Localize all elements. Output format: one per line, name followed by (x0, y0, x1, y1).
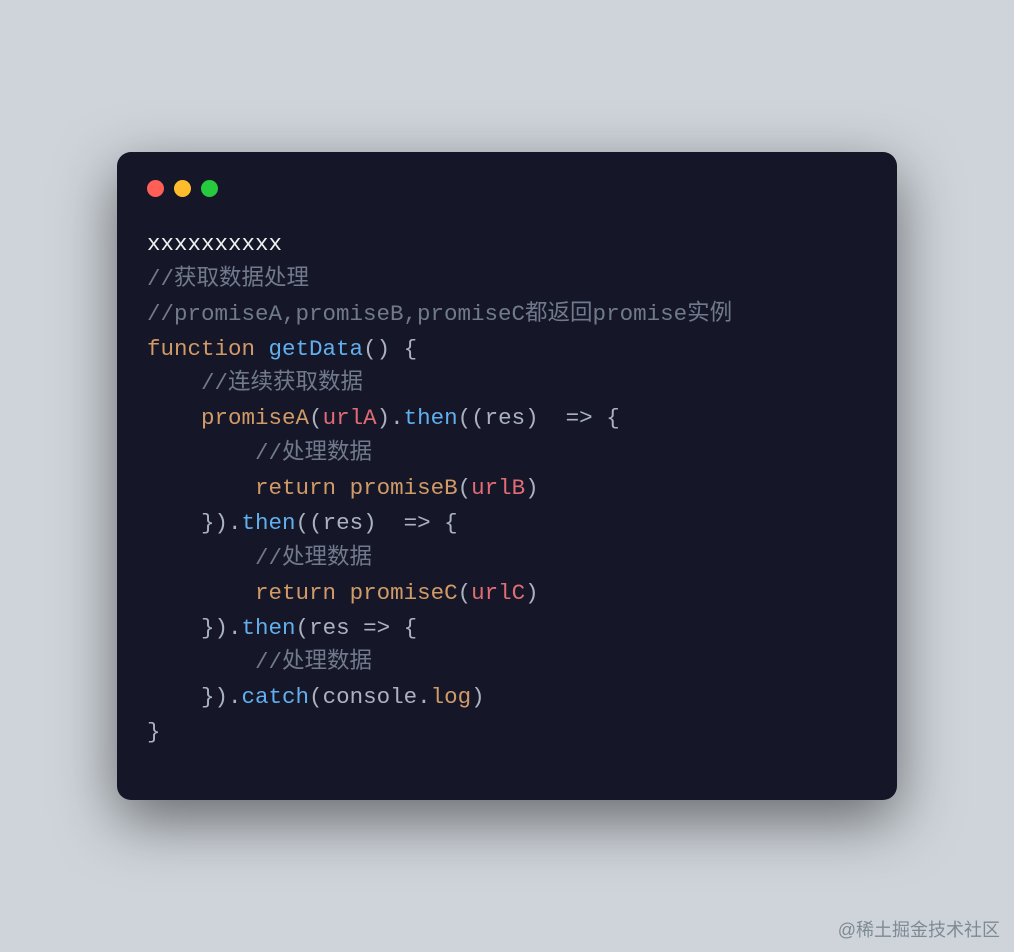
identifier-console: console (323, 684, 418, 710)
param-res: res (309, 615, 350, 641)
identifier-urlA: urlA (323, 405, 377, 431)
code-comment: //处理数据 (255, 545, 372, 571)
maximize-icon (201, 180, 218, 197)
method-then: then (242, 615, 296, 641)
call-promiseB: promiseB (350, 475, 458, 501)
method-then: then (404, 405, 458, 431)
code-comment: //处理数据 (255, 649, 372, 675)
code-comment: //连续获取数据 (201, 370, 363, 396)
code-comment: //promiseA,promiseB,promiseC都返回promise实例 (147, 301, 732, 327)
param-res: res (485, 405, 526, 431)
method-catch: catch (242, 684, 310, 710)
keyword-return: return (255, 580, 336, 606)
method-log: log (431, 684, 472, 710)
code-comment: //获取数据处理 (147, 266, 309, 292)
minimize-icon (174, 180, 191, 197)
param-res: res (323, 510, 364, 536)
method-then: then (242, 510, 296, 536)
close-icon (147, 180, 164, 197)
code-window: xxxxxxxxxx //获取数据处理 //promiseA,promiseB,… (117, 152, 897, 800)
call-promiseA: promiseA (201, 405, 309, 431)
traffic-lights (147, 180, 867, 197)
call-promiseC: promiseC (350, 580, 458, 606)
watermark: @稀土掘金技术社区 (838, 916, 1000, 942)
keyword-function: function (147, 336, 255, 362)
code-block: xxxxxxxxxx //获取数据处理 //promiseA,promiseB,… (147, 227, 867, 750)
identifier-urlB: urlB (471, 475, 525, 501)
keyword-return: return (255, 475, 336, 501)
code-line: xxxxxxxxxx (147, 231, 282, 257)
identifier-urlC: urlC (471, 580, 525, 606)
function-name: getData (269, 336, 364, 362)
code-comment: //处理数据 (255, 440, 372, 466)
